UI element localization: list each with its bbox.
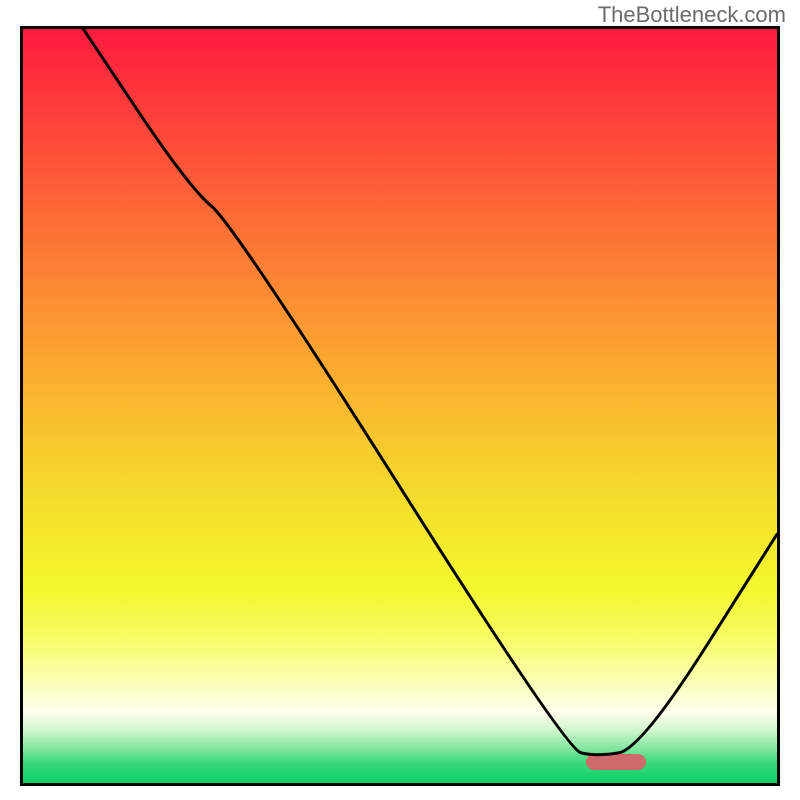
bottleneck-curve xyxy=(23,29,777,783)
chart-frame xyxy=(20,26,780,786)
watermark-text: TheBottleneck.com xyxy=(598,2,786,28)
